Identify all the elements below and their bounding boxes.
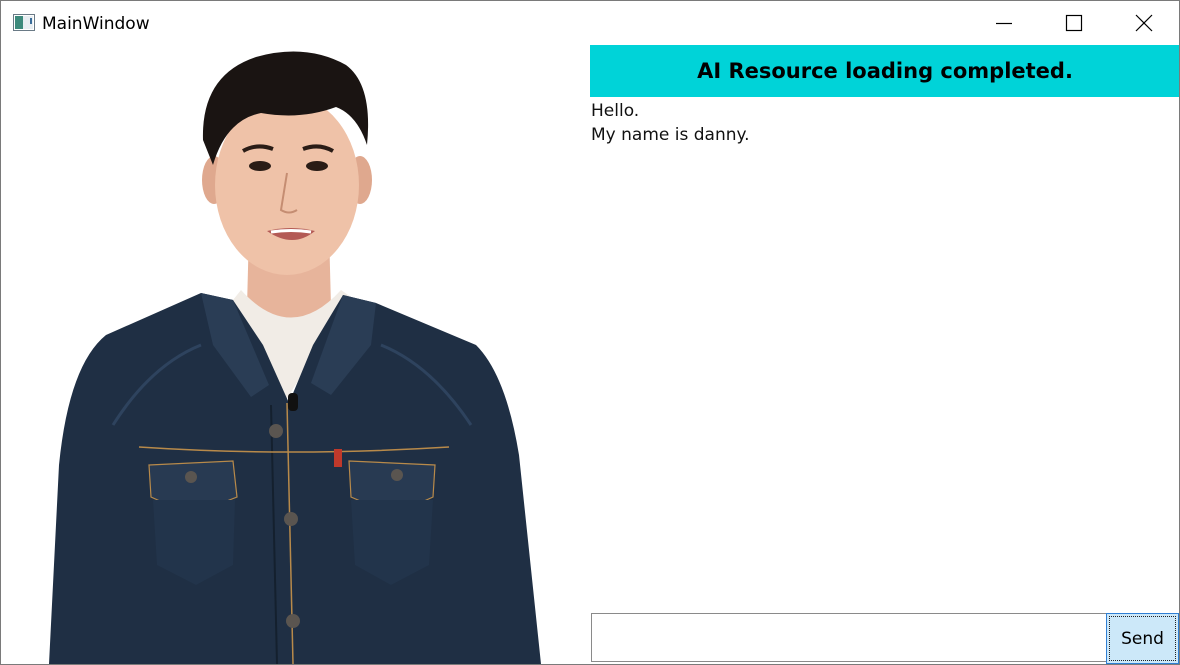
maximize-button[interactable] — [1039, 1, 1109, 45]
window-app-icon — [13, 14, 35, 31]
send-button[interactable]: Send — [1106, 613, 1179, 664]
send-button-label: Send — [1109, 616, 1176, 661]
minimize-button[interactable] — [969, 1, 1039, 45]
status-banner: AI Resource loading completed. — [590, 45, 1179, 97]
maximize-icon — [1065, 14, 1083, 32]
message-input[interactable] — [591, 613, 1115, 662]
main-window: MainWindow AI Resource loading completed… — [0, 0, 1180, 665]
chat-message: My name is danny. — [591, 125, 750, 145]
title-bar[interactable]: MainWindow — [1, 1, 1179, 45]
minimize-icon — [996, 22, 1012, 25]
window-title: MainWindow — [42, 14, 150, 34]
ai-avatar-person — [49, 51, 541, 664]
chat-message: Hello. — [591, 101, 640, 121]
close-icon — [1135, 14, 1153, 32]
close-button[interactable] — [1109, 1, 1179, 45]
chat-log[interactable]: Hello. My name is danny. — [591, 99, 1179, 609]
ai-avatar-view — [1, 45, 591, 664]
